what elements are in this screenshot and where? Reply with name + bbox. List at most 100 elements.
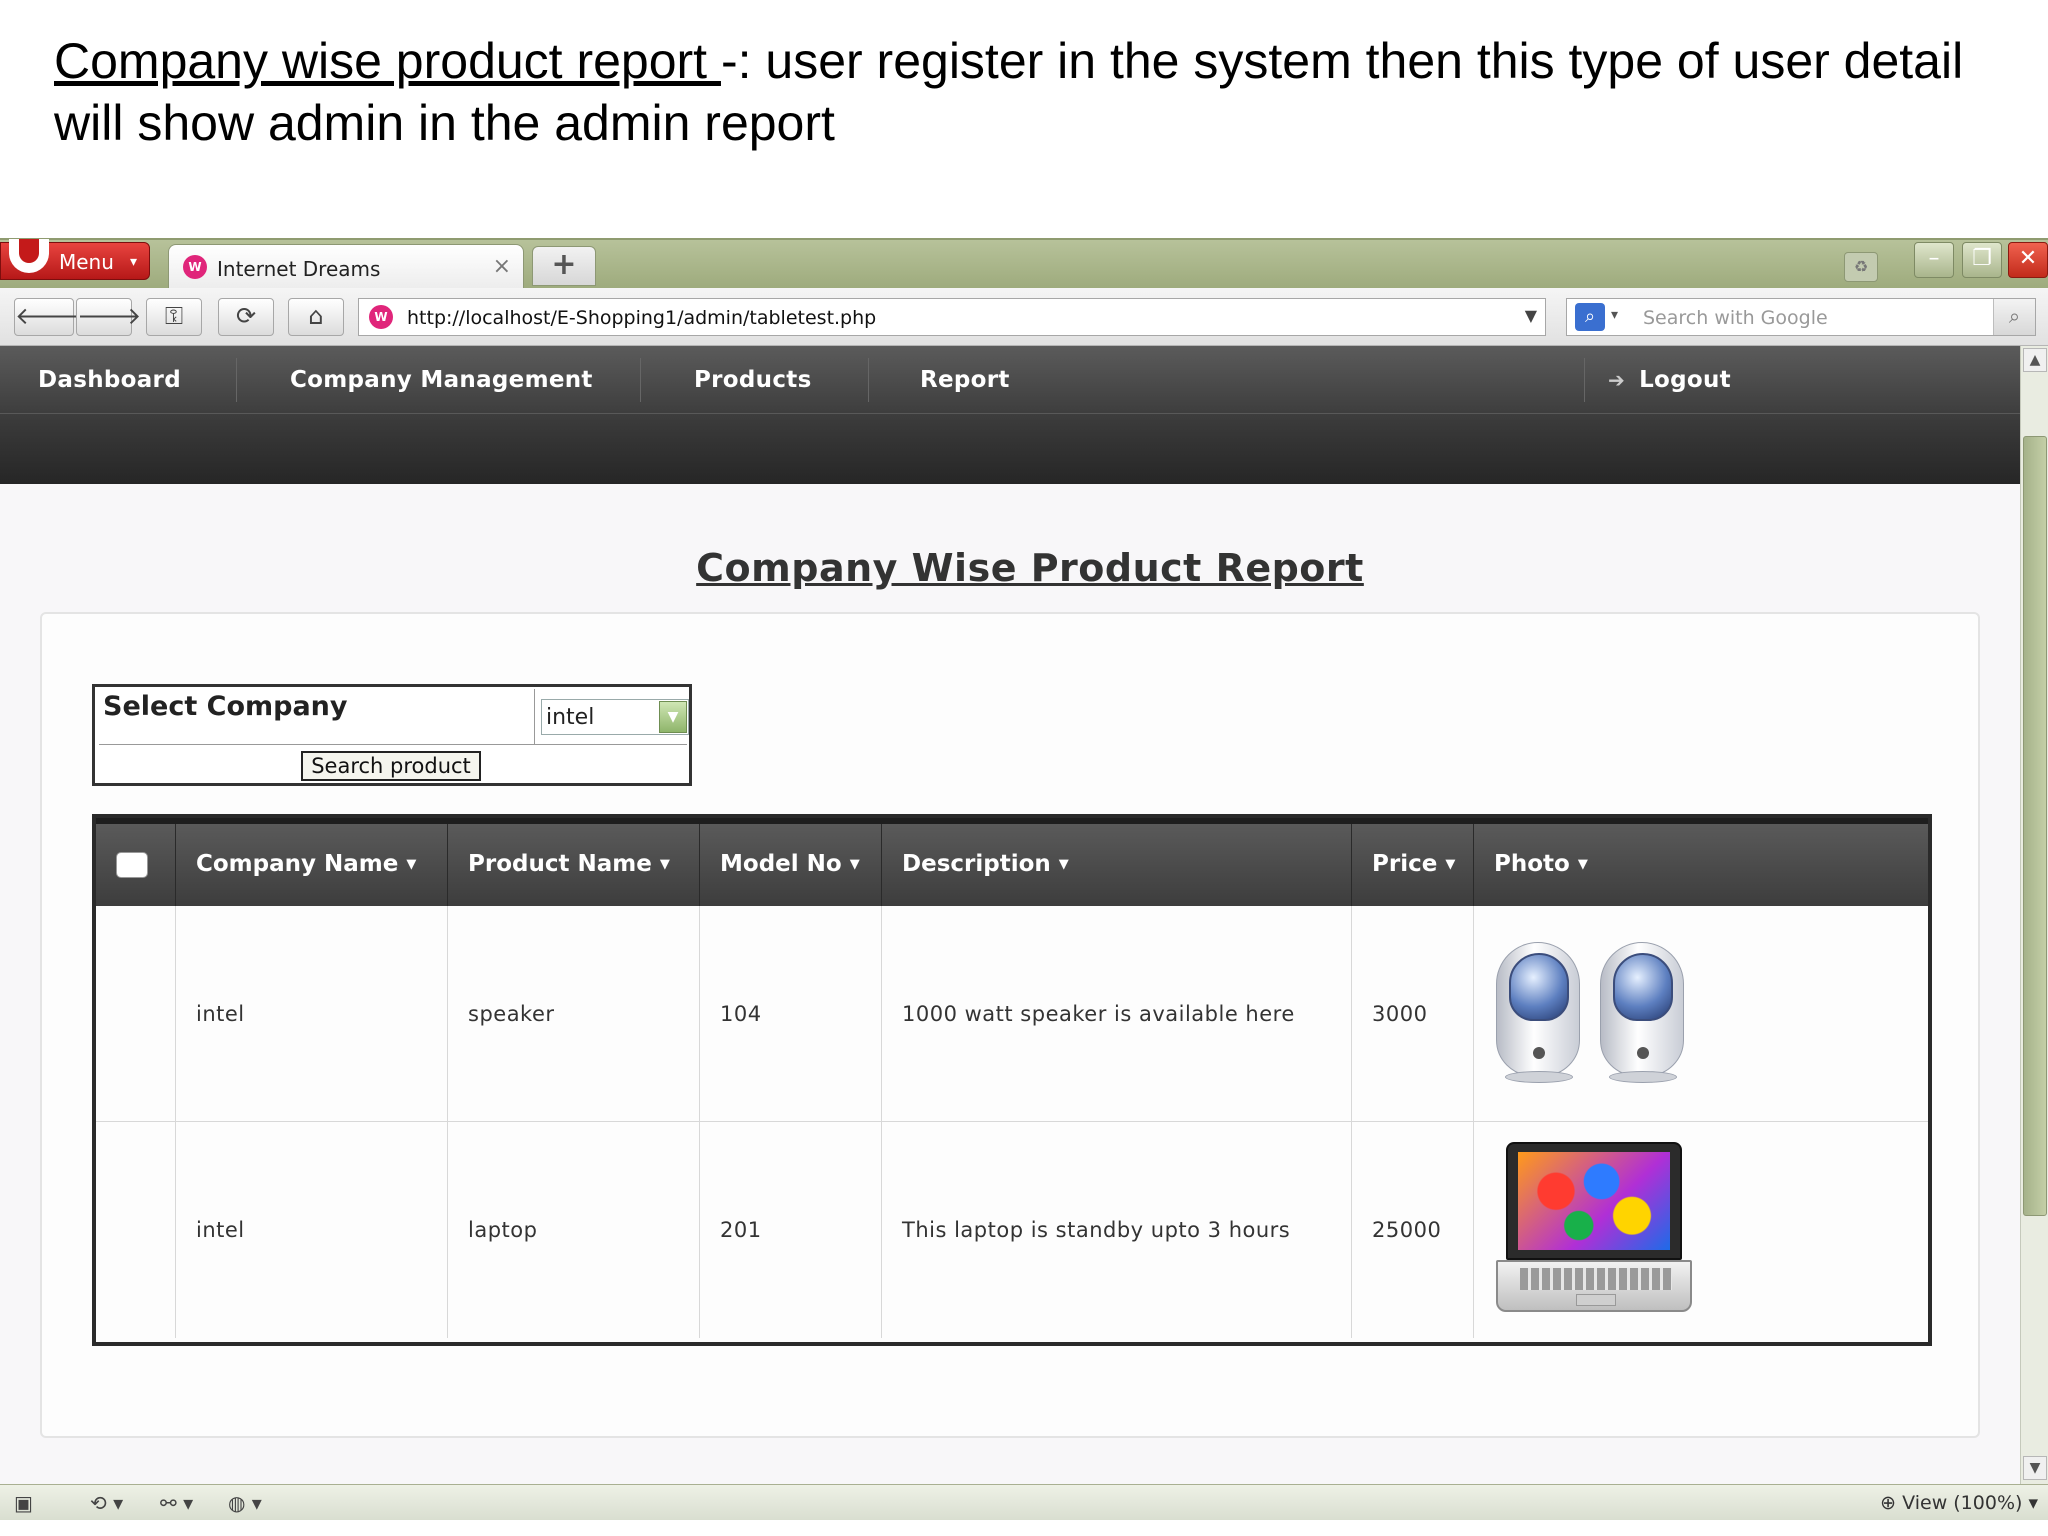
page-viewport: Dashboard Company Management Products Re… [0, 346, 2020, 1484]
nav-logout[interactable]: ➔ Logout [1608, 346, 1731, 414]
zoom-icon: ⊕ [1880, 1492, 1903, 1514]
cell-photo [1474, 906, 1928, 1122]
select-company-label: Select Company [99, 689, 535, 745]
nav-logout-label: Logout [1639, 367, 1731, 393]
share-icon[interactable]: ⚯ ▾ [160, 1489, 193, 1517]
browser-menu-button[interactable]: Menu ▾ [0, 239, 150, 280]
sort-caret-icon: ▼ [406, 856, 417, 872]
logout-arrow-icon: ➔ [1608, 368, 1626, 392]
col-label: Company Name [196, 851, 399, 877]
slide-caption: Company wise product report -: user regi… [54, 30, 2014, 154]
cell-company: intel [176, 906, 448, 1122]
company-select[interactable]: intel [541, 699, 689, 735]
scroll-thumb[interactable] [2023, 436, 2047, 1216]
search-box[interactable]: ⌕ ▾ Search with Google ⌕ [1566, 298, 2036, 336]
minimize-button[interactable]: – [1914, 242, 1954, 278]
row-select-cell[interactable] [96, 1122, 176, 1338]
nav-divider [868, 358, 869, 402]
site-favicon-icon: W [183, 255, 207, 279]
opera-logo-icon [9, 239, 49, 273]
cell-product: laptop [448, 1122, 700, 1338]
search-product-button[interactable]: Search product [301, 751, 481, 781]
address-bar[interactable]: W http://localhost/E-Shopping1/admin/tab… [358, 298, 1546, 336]
speaker-pair-image [1496, 942, 1696, 1092]
table-row[interactable]: intel laptop 201 This laptop is standby … [96, 1122, 1928, 1338]
col-model-no[interactable]: Model No ▼ [700, 824, 882, 906]
sort-caret-icon: ▼ [659, 856, 670, 872]
chevron-down-icon[interactable]: ▼ [1525, 306, 1537, 325]
home-icon[interactable]: ⌂ [288, 298, 344, 336]
new-tab-button[interactable]: + [532, 246, 596, 286]
status-bar: ▣ ⟲ ▾ ⚯ ▾ ◍ ▾ ⊕ View (100%) ▾ [0, 1484, 2048, 1520]
vertical-scrollbar[interactable]: ▲ ▼ [2020, 346, 2048, 1484]
sort-caret-icon: ▼ [1577, 856, 1588, 872]
nav-divider [236, 358, 237, 402]
col-label: Description [902, 851, 1051, 877]
cell-description: 1000 watt speaker is available here [882, 906, 1352, 1122]
chevron-down-icon: ▾ [129, 254, 137, 270]
cell-model: 201 [700, 1122, 882, 1338]
window-close-button[interactable]: ✕ [2008, 242, 2048, 278]
panel-toggle-icon[interactable]: ▣ [14, 1489, 33, 1517]
close-icon[interactable]: × [493, 254, 511, 279]
row-select-cell[interactable] [96, 906, 176, 1122]
cell-product: speaker [448, 906, 700, 1122]
zoom-label: View (100%) [1902, 1492, 2023, 1514]
tab-bar: Menu ▾ W Internet Dreams × + ♻ – ❐ ✕ [0, 238, 2048, 290]
browser-window: Menu ▾ W Internet Dreams × + ♻ – ❐ ✕ 🡐 🡒… [0, 238, 2048, 1520]
table-row[interactable]: intel speaker 104 1000 watt speaker is a… [96, 906, 1928, 1122]
laptop-image [1496, 1142, 1692, 1318]
company-select-cell: intel ▼ [535, 689, 689, 745]
admin-nav-row: Dashboard Company Management Products Re… [0, 346, 2020, 414]
admin-nav-bar: Dashboard Company Management Products Re… [0, 346, 2020, 484]
product-table: Company Name ▼ Product Name ▼ Model No ▼ De… [92, 814, 1932, 1346]
col-label: Model No [720, 851, 842, 877]
col-label: Price [1372, 851, 1438, 877]
tab-internet-dreams[interactable]: W Internet Dreams × [168, 244, 524, 290]
search-placeholder: Search with Google [1643, 307, 1828, 329]
scroll-down-icon[interactable]: ▼ [2023, 1456, 2047, 1480]
col-product-name[interactable]: Product Name ▼ [448, 824, 700, 906]
col-price[interactable]: Price ▼ [1352, 824, 1474, 906]
globe-icon[interactable]: ◍ ▾ [228, 1489, 262, 1517]
caption-title: Company wise product report [54, 33, 721, 89]
select-all-checkbox[interactable] [116, 852, 148, 878]
sync-icon[interactable]: ⟲ ▾ [90, 1489, 123, 1517]
col-company-name[interactable]: Company Name ▼ [176, 824, 448, 906]
nav-report[interactable]: Report [920, 346, 1010, 414]
cell-model: 104 [700, 906, 882, 1122]
cell-company: intel [176, 1122, 448, 1338]
reload-icon[interactable]: ⟳ [218, 298, 274, 336]
nav-company-management[interactable]: Company Management [290, 346, 593, 414]
zoom-control[interactable]: ⊕ View (100%) ▾ [1880, 1489, 2038, 1517]
speaker-left [1496, 942, 1580, 1083]
back-button[interactable]: 🡐 [14, 298, 79, 336]
search-icon[interactable]: ⌕ [1575, 303, 1605, 331]
tab-title: Internet Dreams [217, 257, 381, 281]
trash-icon[interactable]: ♻ [1844, 252, 1878, 282]
nav-divider [640, 358, 641, 402]
url-text: http://localhost/E-Shopping1/admin/table… [407, 307, 877, 329]
maximize-button[interactable]: ❐ [1962, 242, 2002, 278]
chevron-down-icon[interactable]: ▾ [1611, 307, 1618, 323]
scroll-up-icon[interactable]: ▲ [2023, 348, 2047, 372]
sort-caret-icon: ▼ [1445, 856, 1456, 872]
nav-dashboard[interactable]: Dashboard [38, 346, 181, 414]
nav-products[interactable]: Products [694, 346, 812, 414]
browser-menu-label: Menu [59, 250, 114, 274]
sort-caret-icon: ▼ [1058, 856, 1069, 872]
report-panel: Select Company intel ▼ Search product Co… [40, 612, 1980, 1438]
col-photo[interactable]: Photo ▼ [1474, 824, 1928, 906]
forward-button[interactable]: 🡒 [76, 298, 141, 336]
page-title: Company Wise Product Report [696, 546, 1364, 590]
cell-description: This laptop is standby upto 3 hours [882, 1122, 1352, 1338]
speaker-right [1600, 942, 1684, 1083]
cell-price: 3000 [1352, 906, 1474, 1122]
search-go-icon[interactable]: ⌕ [1993, 299, 2035, 335]
nav-divider [1584, 358, 1585, 402]
company-filter-form: Select Company intel ▼ Search product [92, 684, 692, 786]
table-header: Company Name ▼ Product Name ▼ Model No ▼ De… [96, 818, 1928, 906]
cell-photo [1474, 1122, 1928, 1338]
col-description[interactable]: Description ▼ [882, 824, 1352, 906]
key-icon[interactable]: ⚿ [146, 298, 202, 336]
